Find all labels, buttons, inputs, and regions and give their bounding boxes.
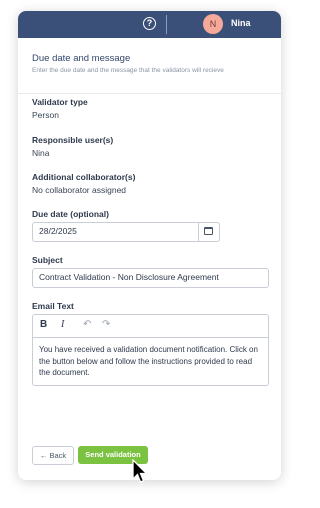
due-date-input[interactable]: 28/2/2025	[32, 222, 220, 242]
collaborators-value: No collaborator assigned	[32, 185, 127, 195]
header-divider	[166, 15, 167, 34]
responsible-users-label: Responsible user(s)	[32, 135, 114, 145]
mouse-cursor-icon	[132, 459, 149, 483]
section-header: Due date and message Enter the due date …	[18, 38, 281, 94]
undo-icon[interactable]: ↶	[83, 319, 91, 330]
editor-toolbar: B I ↶ ↷	[33, 315, 268, 338]
redo-icon[interactable]: ↷	[102, 319, 110, 330]
user-name[interactable]: Nina	[231, 18, 251, 28]
calendar-icon	[204, 227, 213, 235]
date-picker-button[interactable]	[198, 223, 219, 241]
validation-dialog: ? N Nina Due date and message Enter the …	[18, 11, 281, 480]
email-text-label: Email Text	[32, 301, 74, 311]
responsible-users-value: Nina	[32, 148, 50, 158]
help-icon[interactable]: ?	[143, 17, 156, 30]
due-date-label: Due date (optional)	[32, 209, 109, 219]
subject-input[interactable]: Contract Validation - Non Disclosure Agr…	[32, 268, 269, 288]
validator-type-label: Validator type	[32, 97, 88, 107]
subject-value: Contract Validation - Non Disclosure Agr…	[39, 272, 219, 282]
due-date-value: 28/2/2025	[39, 226, 77, 236]
subject-label: Subject	[32, 255, 63, 265]
section-subtitle: Enter the due date and the message that …	[32, 67, 224, 74]
top-bar: ? N Nina	[18, 11, 281, 38]
back-button[interactable]: ← Back	[32, 446, 74, 465]
section-title: Due date and message	[32, 53, 131, 64]
email-body-text[interactable]: You have received a validation document …	[33, 338, 268, 385]
email-editor[interactable]: B I ↶ ↷ You have received a validation d…	[32, 314, 269, 386]
avatar[interactable]: N	[203, 14, 223, 34]
validator-type-value: Person	[32, 110, 59, 120]
bold-button[interactable]: B	[40, 319, 47, 330]
italic-button[interactable]: I	[61, 319, 64, 330]
collaborators-label: Additional collaborator(s)	[32, 172, 136, 182]
